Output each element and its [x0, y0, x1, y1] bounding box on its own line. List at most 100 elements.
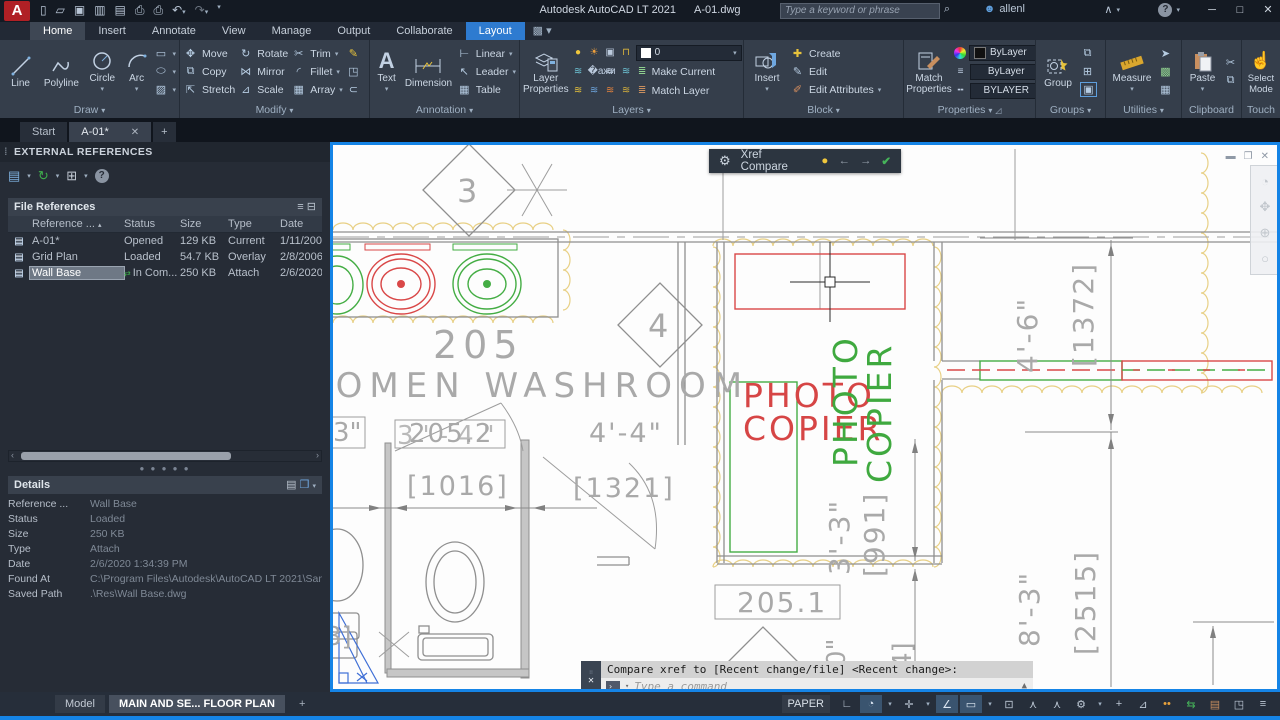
drawing-close-icon[interactable]: ✕: [1261, 151, 1269, 162]
layer-on-icon[interactable]: ●: [572, 47, 585, 59]
autodesk-app-store-icon[interactable]: ∧ ▾: [1104, 3, 1120, 16]
model-tab[interactable]: Model: [55, 695, 105, 713]
explode-icon[interactable]: ◳: [346, 65, 361, 78]
select-mode-button[interactable]: ☝ Select Mode: [1245, 49, 1277, 95]
attach-dropdown-icon[interactable]: ▾: [27, 172, 31, 180]
panel-label-modify[interactable]: Modify ▾: [180, 103, 369, 118]
file-tab-close-icon[interactable]: ✕: [131, 127, 139, 138]
stretch-button[interactable]: ⇱Stretch: [183, 82, 235, 98]
command-recent-icon[interactable]: ▾: [625, 678, 629, 689]
drawing-restore-icon[interactable]: ❐: [1244, 151, 1253, 162]
paste-button[interactable]: Paste▾: [1185, 49, 1220, 95]
signin-user[interactable]: ☻ allenl: [984, 3, 1025, 15]
move-button[interactable]: ✥Move: [183, 46, 235, 62]
panel-label-properties[interactable]: Properties ▾ ◿: [904, 103, 1035, 118]
color-select[interactable]: ByLayer▾: [969, 45, 1035, 61]
xref-compare-highlight-icon[interactable]: ●: [821, 155, 828, 167]
details-dropdown-icon[interactable]: ▾: [312, 483, 316, 490]
preview-view-icon[interactable]: ❒: [300, 479, 310, 491]
offset-icon[interactable]: ⊂: [346, 83, 361, 96]
layer-unlock-icon[interactable]: ≋: [620, 85, 633, 97]
table-header-row[interactable]: Reference ... ▴ Status Size Type Date: [8, 216, 322, 233]
isolate-objects-icon[interactable]: ••: [1156, 695, 1178, 713]
tree-view-icon[interactable]: ⊟: [307, 201, 316, 213]
panel-label-layers[interactable]: Layers ▾: [520, 103, 743, 118]
navigation-bar[interactable]: ◔ ✥ ⊕ ○: [1250, 165, 1277, 275]
ortho-mode-icon[interactable]: ∠: [936, 695, 958, 713]
create-block-button[interactable]: ✚Create: [790, 46, 881, 62]
layer-match-icon[interactable]: ≋: [588, 85, 601, 97]
line-button[interactable]: Line: [3, 54, 38, 89]
annotation-monitor-icon[interactable]: ⊿: [1132, 695, 1154, 713]
palette-grip-icon[interactable]: ⁞: [4, 142, 8, 162]
layer-isolate-icon[interactable]: ▣: [604, 47, 617, 59]
measure-button[interactable]: Measure▾: [1109, 49, 1155, 95]
edit-attributes-button[interactable]: ✐Edit Attributes▾: [790, 82, 881, 98]
panel-label-touch[interactable]: Touch: [1242, 103, 1280, 118]
command-customize-icon[interactable]: ›_: [606, 681, 620, 690]
change-path-icon[interactable]: ⊞: [66, 168, 77, 184]
tab-insert[interactable]: Insert: [85, 22, 139, 40]
rectangle-icon[interactable]: ▭: [153, 47, 168, 60]
scale-button[interactable]: ⊿Scale: [238, 82, 288, 98]
rotate-button[interactable]: ↻Rotate: [238, 46, 288, 62]
featured-apps-icon[interactable]: ▩ ▾: [525, 22, 560, 40]
ellipse-icon[interactable]: ⬭: [153, 65, 168, 78]
refresh-icon[interactable]: ↻: [38, 168, 49, 184]
paper-space[interactable]: 3 4 205 WOMEN WASHROOM: [333, 145, 1277, 689]
horizontal-scrollbar[interactable]: ‹ ›: [8, 450, 322, 462]
command-input[interactable]: ›_ ▾ Type a command ▲: [601, 678, 1033, 689]
scroll-right-icon[interactable]: ›: [316, 450, 319, 460]
fullscreen-icon[interactable]: ◳: [1228, 695, 1250, 713]
ungroup-icon[interactable]: ⧉: [1080, 47, 1095, 60]
tab-manage[interactable]: Manage: [259, 22, 325, 40]
clean-screen-sheet-icon[interactable]: ▤: [1204, 695, 1226, 713]
group-button[interactable]: Group: [1039, 54, 1077, 89]
scroll-left-icon[interactable]: ‹: [11, 450, 14, 460]
scale-dropdown-icon[interactable]: ▾: [1094, 695, 1106, 713]
polyline-button[interactable]: Polyline: [41, 54, 82, 89]
panel-label-draw[interactable]: Draw ▾: [0, 103, 179, 118]
new-layout-tab[interactable]: +: [289, 695, 315, 713]
insert-button[interactable]: Insert▾: [747, 49, 787, 95]
new-drawing-tab[interactable]: +: [153, 122, 175, 142]
make-current-button[interactable]: Make Current: [652, 66, 716, 78]
xref-compare-toolbar[interactable]: ⚙ Xref Compare ● ← → ✔: [709, 149, 901, 173]
layer-iso-icon[interactable]: ≋: [604, 66, 617, 78]
attach-dwg-icon[interactable]: ▤: [8, 168, 20, 184]
annotation-visibility-icon[interactable]: ⋏: [1022, 695, 1044, 713]
layer-prev-icon[interactable]: ≋: [604, 85, 617, 97]
tab-layout[interactable]: Layout: [466, 22, 525, 40]
workspace-switching-icon[interactable]: +: [1108, 695, 1130, 713]
snap-mode-icon[interactable]: ◔: [860, 695, 882, 713]
fillet-button[interactable]: ◜Fillet▾: [291, 64, 343, 80]
xref-compare-prev-icon[interactable]: ←: [838, 155, 850, 167]
table-row[interactable]: ▤ Grid Plan Loaded 54.7 KB Overlay 2/8/2…: [8, 249, 322, 265]
search-icon[interactable]: ⌕: [944, 3, 950, 16]
layer-walk-icon[interactable]: ≋: [572, 85, 585, 97]
snap-dropdown-icon[interactable]: ▾: [884, 695, 896, 713]
floor-plan-drawing[interactable]: 3 4 205 WOMEN WASHROOM: [333, 145, 1277, 689]
layer-thaw-icon[interactable]: ☀: [588, 47, 601, 59]
layer-lock2-icon[interactable]: ≋: [620, 66, 633, 78]
select-window-icon[interactable]: ▩: [1158, 65, 1173, 78]
linetype-select[interactable]: BYLAYER▾: [970, 83, 1035, 99]
layer-lock-icon[interactable]: ⊓: [620, 47, 633, 59]
tab-collaborate[interactable]: Collaborate: [383, 22, 465, 40]
grid-display-icon[interactable]: ∟: [836, 695, 858, 713]
hatch-icon[interactable]: ▨: [153, 83, 168, 96]
polar-dropdown-icon[interactable]: ▾: [922, 695, 934, 713]
table-button[interactable]: ▦Table: [457, 82, 516, 98]
path-dropdown-icon[interactable]: ▾: [84, 172, 88, 180]
layer-properties-button[interactable]: Layer Properties: [523, 49, 569, 95]
group-edit-icon[interactable]: ⊞: [1080, 65, 1095, 78]
dimension-button[interactable]: Dimension: [403, 54, 454, 89]
linear-button[interactable]: ⊢Linear▾: [457, 46, 516, 62]
zoom-icon[interactable]: ⊕: [1260, 225, 1271, 241]
autoscale-icon[interactable]: ⋏: [1046, 695, 1068, 713]
panel-label-annotation[interactable]: Annotation ▾: [370, 103, 519, 118]
list-view-icon[interactable]: ≡: [297, 201, 303, 213]
arc-button[interactable]: Arc▾: [123, 49, 151, 95]
group-selection-icon[interactable]: ▣: [1080, 82, 1097, 97]
erase-icon[interactable]: ✎: [346, 47, 361, 60]
